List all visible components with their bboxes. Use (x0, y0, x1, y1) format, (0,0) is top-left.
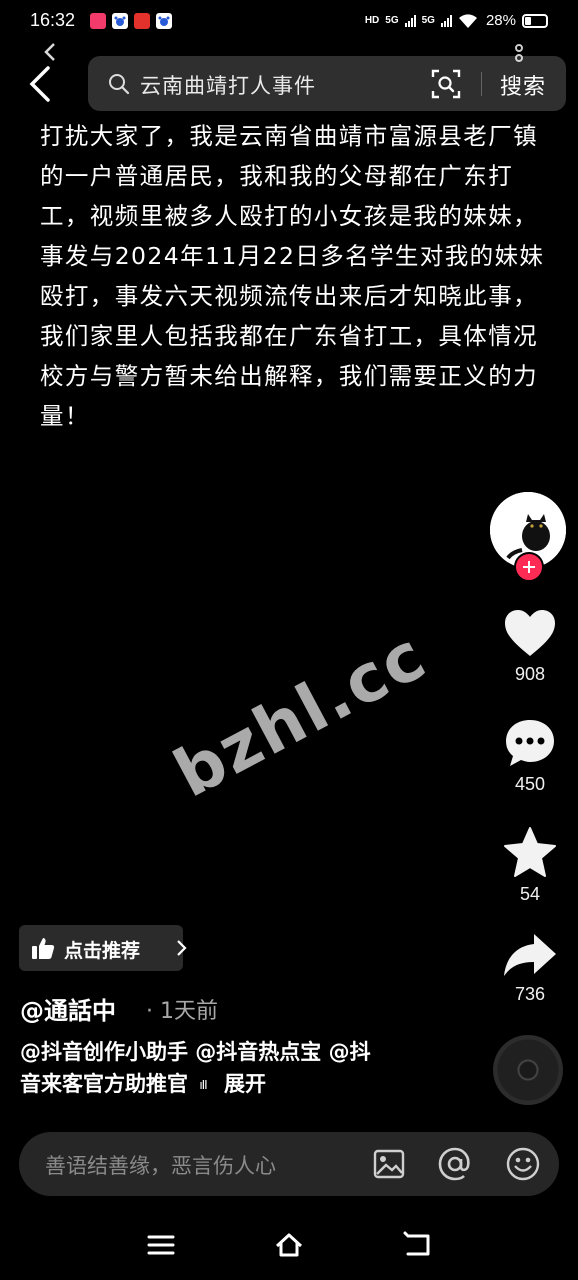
network-5g-1: 5G (385, 14, 399, 26)
star-icon (504, 827, 556, 877)
home-icon[interactable] (274, 1230, 304, 1260)
back-nav-icon[interactable] (402, 1230, 432, 1260)
signal-bars-icon-2 (440, 14, 452, 27)
tags-line-2[interactable]: 音来客官方助推官 (20, 1072, 188, 1096)
status-right: HD 5G 5G 28% (365, 12, 548, 29)
system-nav-bar (0, 1210, 578, 1280)
status-time: 16:32 (30, 10, 76, 30)
like-count: 908 (514, 664, 546, 684)
search-divider (481, 72, 482, 96)
post-time: · 1天前 (146, 999, 218, 1024)
battery-icon (522, 13, 548, 28)
app-notification-icon (90, 13, 106, 29)
emoji-icon[interactable] (505, 1146, 541, 1182)
comment-icon (506, 720, 554, 766)
favorite-count: 54 (519, 884, 541, 904)
watermark: bzhl.cc (161, 616, 439, 813)
tags-line-1[interactable]: @抖音创作小助手 @抖音热点宝 @抖 (20, 1040, 371, 1064)
expand-link[interactable]: 展开 (224, 1072, 266, 1096)
search-icon (109, 74, 130, 95)
heart-icon (505, 610, 555, 656)
chevron-right-icon (177, 940, 187, 956)
comment-count: 450 (514, 774, 546, 794)
comment-input[interactable]: 善语结善缘，恶言伤人心 (45, 1150, 276, 1180)
follow-button[interactable] (514, 552, 544, 582)
faded-dots-icon (515, 44, 523, 62)
signal-bars-icon (404, 14, 416, 27)
menu-icon[interactable] (146, 1230, 176, 1260)
image-search-icon[interactable] (430, 68, 462, 100)
back-button[interactable] (24, 62, 60, 106)
network-5g-2: 5G (421, 14, 435, 26)
recommend-label: 点击推荐 (64, 940, 141, 962)
status-bar: 16:32 HD 5G 5G 28% (0, 0, 578, 44)
search-bar[interactable]: 云南曲靖打人事件 搜索 (88, 56, 566, 111)
comment-bar[interactable]: 善语结善缘，恶言伤人心 (19, 1132, 559, 1196)
faded-chevron-icon (44, 43, 55, 61)
thumbs-up-icon (32, 938, 55, 959)
like-action[interactable]: 908 (495, 608, 565, 685)
favorite-action[interactable]: 54 (495, 826, 565, 905)
baidu-notification-icon (112, 13, 128, 29)
hd-indicator: HD (364, 14, 380, 26)
battery-percent: 28% (485, 12, 516, 29)
share-count: 736 (514, 984, 546, 1004)
sound-bars-icon: ıII (199, 1078, 207, 1092)
image-icon[interactable] (371, 1146, 407, 1182)
search-button[interactable]: 搜索 (500, 69, 546, 101)
baidu-notification-icon-2 (156, 13, 172, 29)
search-input[interactable]: 云南曲靖打人事件 (140, 70, 316, 100)
mention-tags[interactable]: @抖音创作小助手 @抖音热点宝 @抖 音来客官方助推官 ıII 展开 (20, 1036, 440, 1101)
share-action[interactable]: 736 (495, 932, 565, 1005)
video-description: 打扰大家了，我是云南省曲靖市富源县老厂镇的一户普通居民，我和我的父母都在广东打工… (40, 122, 545, 430)
comment-action[interactable]: 450 (495, 718, 565, 795)
recommend-button[interactable]: 点击推荐 (19, 925, 187, 971)
taobao-notification-icon (134, 13, 150, 29)
wifi-icon (458, 14, 477, 28)
author-name[interactable]: @通話中 (20, 991, 116, 1026)
share-arrow-icon (504, 934, 556, 976)
music-disc-icon[interactable] (493, 1035, 563, 1105)
at-mention-icon[interactable] (437, 1146, 473, 1182)
notification-icons (90, 13, 172, 29)
